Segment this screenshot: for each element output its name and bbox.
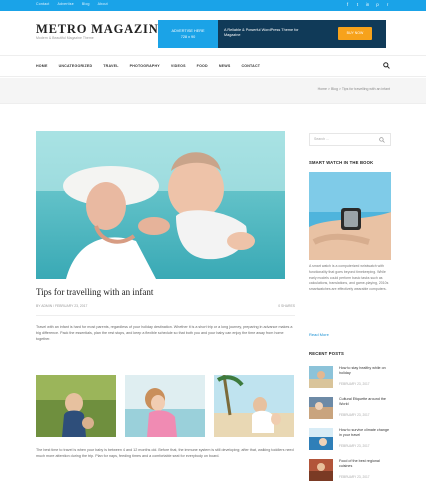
breadcrumb[interactable]: Home > Blog > Tips for travelling with a…: [318, 87, 390, 91]
recent-post-thumbnail[interactable]: [309, 459, 333, 481]
ad-text: A Reliable & Powerful WordPress Theme fo…: [224, 28, 299, 37]
ad-right-panel: A Reliable & Powerful WordPress Theme fo…: [218, 20, 386, 48]
recent-post-title[interactable]: How to stay healthy while on holiday: [339, 366, 391, 376]
search-placeholder: Search ...: [314, 137, 329, 141]
ad-left-panel: ADVERTISE HERE 728 x 90: [158, 20, 218, 48]
post-title: Tips for travelling with an infant: [36, 287, 154, 297]
recent-post-item[interactable]: Cultural Etiquette around the World FEBR…: [309, 395, 391, 426]
post-paragraph: Travel with an infant is hard for most p…: [36, 325, 293, 341]
header-ad-banner[interactable]: ADVERTISE HERE 728 x 90 A Reliable & Pow…: [158, 20, 386, 48]
post-paragraph-2: The best time to travel is when your bab…: [36, 448, 294, 458]
linkedin-icon[interactable]: in: [365, 2, 370, 8]
main-nav: HOME UNCATEGORIZED TRAVEL PHOTOGRAPHY VI…: [0, 55, 426, 77]
top-link-about[interactable]: About: [98, 2, 108, 6]
pinterest-icon[interactable]: p: [375, 2, 380, 8]
nav-item-videos[interactable]: VIDEOS: [171, 64, 186, 68]
ad-left-line2: 728 x 90: [180, 35, 196, 39]
social-icons: f t in p r: [345, 2, 390, 8]
twitter-icon[interactable]: t: [355, 2, 360, 8]
top-links: Contact Advertise Blog About: [36, 2, 108, 6]
recent-post-thumbnail[interactable]: [309, 397, 333, 419]
recent-post-title[interactable]: Cultural Etiquette around the World: [339, 397, 391, 407]
recent-post-date: FEBRUARY 23, 2017: [339, 475, 370, 479]
smart-watch-image[interactable]: [309, 172, 391, 260]
nav-item-travel[interactable]: TRAVEL: [103, 64, 118, 68]
facebook-icon[interactable]: f: [345, 2, 350, 8]
recent-post-title[interactable]: Food of the best regional cuisines: [339, 459, 391, 469]
post-meta: BY ADMIN / FEBRUARY 23, 2017 0 SHARES: [36, 304, 295, 308]
widget-title-recent-posts: RECENT POSTS: [309, 351, 344, 356]
recent-post-date: FEBRUARY 23, 2017: [339, 444, 370, 448]
nav-item-news[interactable]: NEWS: [219, 64, 231, 68]
top-link-blog[interactable]: Blog: [82, 2, 90, 6]
post-gallery: [36, 375, 294, 437]
read-more-link[interactable]: Read More: [309, 332, 329, 337]
recent-post-item[interactable]: Food of the best regional cuisines FEBRU…: [309, 457, 391, 482]
top-link-advertise[interactable]: Advertise: [57, 2, 73, 6]
ad-buy-button[interactable]: BUY NOW: [338, 27, 372, 40]
recent-post-thumbnail[interactable]: [309, 366, 333, 388]
widget-title-smart-watch: SMART WATCH IN THE BOOK: [309, 160, 374, 165]
nav-item-photography[interactable]: PHOTOGRAPHY: [130, 64, 160, 68]
recent-post-thumbnail[interactable]: [309, 428, 333, 450]
breadcrumb-bar: Home > Blog > Tips for travelling with a…: [0, 78, 426, 104]
rss-icon[interactable]: r: [385, 2, 390, 8]
smart-watch-text: A smart watch is a computerized wristwat…: [309, 264, 389, 292]
featured-image: [36, 131, 285, 279]
recent-posts-list: How to stay healthy while on holiday FEB…: [309, 364, 391, 482]
recent-post-date: FEBRUARY 23, 2017: [339, 413, 370, 417]
top-link-contact[interactable]: Contact: [36, 2, 49, 6]
recent-post-date: FEBRUARY 23, 2017: [339, 382, 370, 386]
nav-menu: HOME UNCATEGORIZED TRAVEL PHOTOGRAPHY VI…: [36, 64, 260, 68]
search-icon[interactable]: [379, 137, 385, 143]
post-author-date[interactable]: BY ADMIN / FEBRUARY 23, 2017: [36, 304, 87, 308]
recent-post-item[interactable]: How to stay healthy while on holiday FEB…: [309, 364, 391, 395]
divider: [36, 315, 295, 316]
search-icon[interactable]: [383, 62, 390, 69]
share-count[interactable]: 0 SHARES: [278, 304, 295, 308]
nav-item-home[interactable]: HOME: [36, 64, 48, 68]
nav-item-uncategorized[interactable]: UNCATEGORIZED: [59, 64, 93, 68]
nav-item-contact[interactable]: CONTACT: [241, 64, 260, 68]
gallery-image-girl-beach[interactable]: [125, 375, 205, 437]
gallery-image-family-beach[interactable]: [214, 375, 294, 437]
recent-post-item[interactable]: How to survive climate change in your tr…: [309, 426, 391, 457]
gallery-image-child-park[interactable]: [36, 375, 116, 437]
nav-item-food[interactable]: FOOD: [197, 64, 208, 68]
top-bar: Contact Advertise Blog About f t in p r: [0, 0, 426, 11]
site-logo[interactable]: METRO MAGAZINE: [36, 22, 168, 37]
site-tagline: Modern & Beautiful Magazine Theme: [36, 36, 94, 40]
recent-post-title[interactable]: How to survive climate change in your tr…: [339, 428, 391, 438]
sidebar-search-input[interactable]: Search ...: [309, 133, 391, 146]
